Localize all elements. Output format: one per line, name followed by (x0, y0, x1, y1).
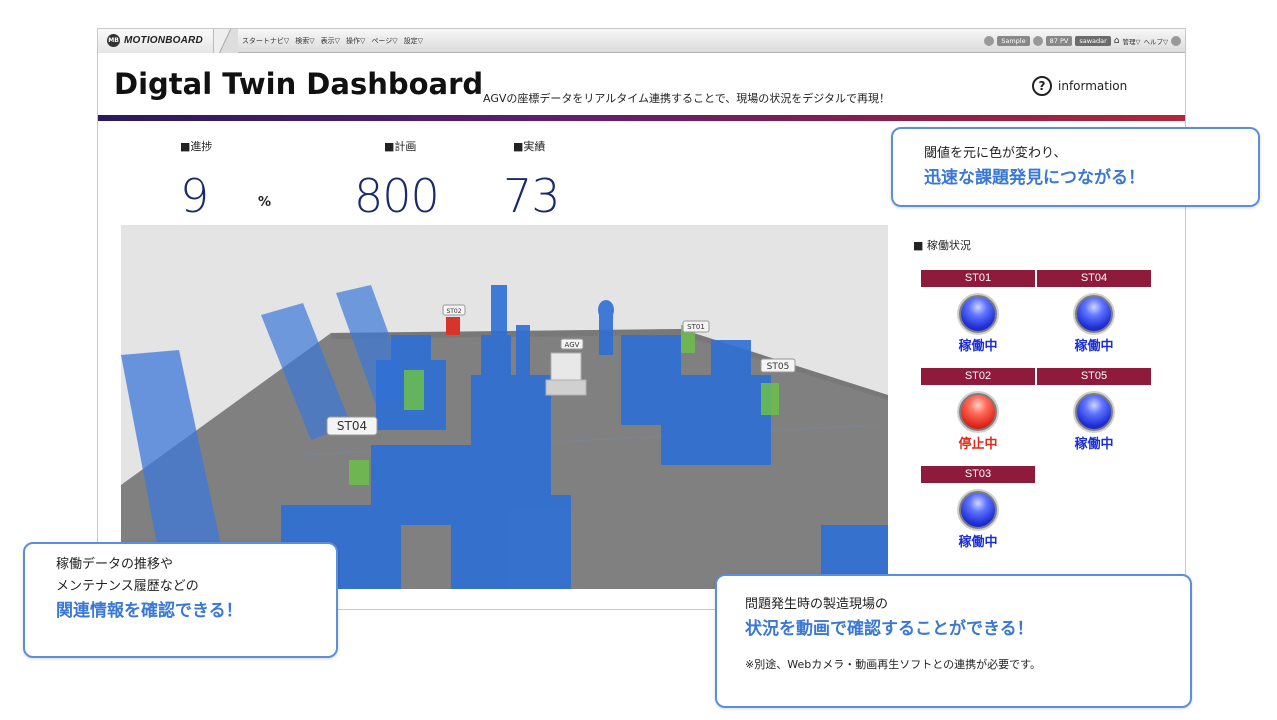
stage: MB MOTIONBOARD スタートナビ▽ 検索▽ 表示▽ 操作▽ ページ▽ … (0, 0, 1277, 720)
station-id: ST03 (921, 466, 1035, 483)
tag-st02: ST02 (446, 308, 461, 315)
tag-st04: ST04 (337, 419, 367, 433)
status-lamp-icon (1075, 295, 1113, 333)
tag-agv: AGV (565, 341, 580, 349)
app-window: MB MOTIONBOARD スタートナビ▽ 検索▽ 表示▽ 操作▽ ページ▽ … (97, 28, 1186, 610)
menu-settings[interactable]: 設定▽ (404, 36, 423, 46)
home-icon[interactable]: ⌂ (1114, 36, 1120, 46)
station-card-st05[interactable]: ST05 稼働中 (1037, 368, 1151, 463)
callout-video: 問題発生時の製造現場の 状況を動画で確認することができる！ ※別途、Webカメラ… (715, 574, 1192, 708)
sample-button[interactable]: Sample (997, 35, 1030, 46)
station-card-st03[interactable]: ST03 稼働中 (921, 466, 1035, 561)
station-id: ST04 (1037, 270, 1151, 287)
menu-right: Sample 87 PV sawadar ⌂ 管理▽ ヘルプ▽ (984, 35, 1185, 46)
menu-manage[interactable]: 管理▽ (1123, 36, 1141, 46)
kpi-plan-value: 800 (354, 169, 440, 223)
status-lamp-icon (959, 491, 997, 529)
station-id: ST02 (921, 368, 1035, 385)
callout-note: ※別途、Webカメラ・動画再生ソフトとの連携が必要です。 (745, 658, 1041, 671)
dashboard-header: Digtal Twin Dashboard AGVの座標データをリアルタイム連携… (98, 54, 1185, 116)
refresh-icon[interactable] (1032, 35, 1043, 46)
menu-operate[interactable]: 操作▽ (346, 36, 365, 46)
kpi-progress-label: ■進捗 (180, 140, 213, 153)
station-id: ST05 (1037, 368, 1151, 385)
menu-search[interactable]: 検索▽ (295, 36, 314, 46)
callout-text: 閾値を元に色が変わり、 (924, 146, 1067, 161)
factory-scene: ST04 AGV ST01 ST05 ST02 (121, 285, 888, 589)
station-state: 停止中 (958, 437, 998, 452)
station-state: 稼働中 (958, 535, 998, 550)
kpi-plan-label: ■計画 (384, 140, 417, 153)
callout-accent: 関連情報を確認できる！ (56, 601, 243, 621)
logout-icon[interactable] (1171, 35, 1181, 46)
kpi-progress-unit: % (258, 195, 272, 210)
status-lamp-icon (1075, 393, 1113, 431)
question-icon: ? (1032, 76, 1052, 96)
callout-related-info: 稼働データの推移や メンテナンス履歴などの 関連情報を確認できる！ (23, 542, 338, 658)
callout-accent: 迅速な課題発見につながる！ (924, 168, 1145, 188)
callout-text: 問題発生時の製造現場の (745, 597, 889, 612)
logo-text: MOTIONBOARD (124, 35, 203, 46)
menu-items: スタートナビ▽ 検索▽ 表示▽ 操作▽ ページ▽ 設定▽ (242, 36, 423, 46)
information-button[interactable]: ? information (1032, 76, 1127, 96)
clip-icon[interactable] (984, 35, 995, 46)
tag-st01: ST01 (687, 323, 705, 331)
digital-twin-3d-view[interactable]: ST04 AGV ST01 ST05 ST02 (121, 225, 888, 589)
kpi-actual-value: 73 (503, 169, 561, 223)
station-id: ST01 (921, 270, 1035, 287)
pv-counter: 87 PV (1045, 35, 1073, 46)
station-card-st01[interactable]: ST01 稼働中 (921, 270, 1035, 365)
information-label: information (1058, 79, 1128, 93)
station-card-st04[interactable]: ST04 稼働中 (1037, 270, 1151, 365)
menu-start-navi[interactable]: スタートナビ▽ (242, 36, 289, 46)
callout-accent: 状況を動画で確認することができる！ (745, 619, 1034, 639)
kpi-progress-value: 9 (180, 169, 209, 223)
page-subtitle: AGVの座標データをリアルタイム連携することで、現場の状況をデジタルで再現！ (483, 92, 891, 105)
menu-page[interactable]: ページ▽ (371, 36, 397, 46)
callout-text: 稼働データの推移や (56, 557, 174, 572)
user-button[interactable]: sawadar (1075, 35, 1111, 46)
logo-badge-icon: MB (107, 34, 120, 47)
station-state: 稼働中 (1074, 339, 1114, 354)
station-state: 稼働中 (958, 339, 998, 354)
kpi-actual-label: ■実績 (513, 140, 546, 153)
page-title: Digtal Twin Dashboard (114, 67, 484, 101)
header-divider (98, 115, 1185, 121)
tag-st05: ST05 (767, 362, 790, 372)
menu-divider (213, 28, 238, 53)
callout-text: メンテナンス履歴などの (56, 579, 199, 594)
menu-view[interactable]: 表示▽ (321, 36, 340, 46)
status-panel-title: ■ 稼働状況 (913, 239, 971, 252)
station-card-st02[interactable]: ST02 停止中 (921, 368, 1035, 463)
menu-help[interactable]: ヘルプ▽ (1144, 36, 1169, 46)
app-logo[interactable]: MB MOTIONBOARD (98, 28, 214, 53)
station-state: 稼働中 (1074, 437, 1114, 452)
status-lamp-icon (959, 393, 997, 431)
menu-bar: MB MOTIONBOARD スタートナビ▽ 検索▽ 表示▽ 操作▽ ページ▽ … (98, 28, 1185, 53)
status-lamp-icon (959, 295, 997, 333)
callout-threshold: 閾値を元に色が変わり、 迅速な課題発見につながる！ (891, 127, 1260, 207)
